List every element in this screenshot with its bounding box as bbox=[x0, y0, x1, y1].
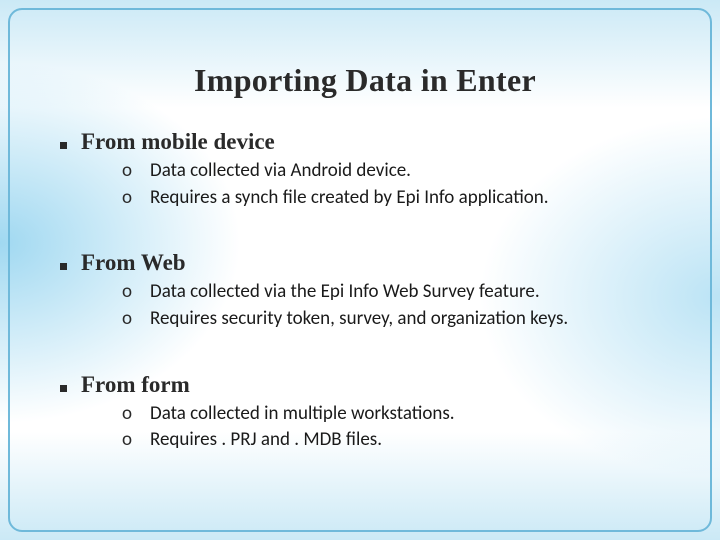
list-item: o Data collected via the Epi Info Web Su… bbox=[122, 280, 670, 305]
section-heading-row: From form bbox=[60, 372, 670, 398]
sub-item-text: Requires a synch file created by Epi Inf… bbox=[150, 186, 549, 211]
section-list: From mobile device o Data collected via … bbox=[60, 129, 670, 453]
circle-bullet-icon: o bbox=[122, 309, 134, 328]
section-form: From form o Data collected in multiple w… bbox=[60, 372, 670, 453]
sub-item-text: Data collected via Android device. bbox=[150, 159, 411, 184]
list-item: o Data collected via Android device. bbox=[122, 159, 670, 184]
square-bullet-icon bbox=[60, 142, 67, 149]
sub-list: o Data collected via the Epi Info Web Su… bbox=[60, 280, 670, 331]
list-item: o Requires . PRJ and . MDB files. bbox=[122, 428, 670, 453]
section-heading-row: From mobile device bbox=[60, 129, 670, 155]
sub-item-text: Requires . PRJ and . MDB files. bbox=[150, 428, 382, 453]
section-mobile: From mobile device o Data collected via … bbox=[60, 129, 670, 210]
section-heading: From form bbox=[81, 372, 190, 398]
section-heading-row: From Web bbox=[60, 250, 670, 276]
circle-bullet-icon: o bbox=[122, 188, 134, 207]
circle-bullet-icon: o bbox=[122, 404, 134, 423]
list-item: o Requires security token, survey, and o… bbox=[122, 307, 670, 332]
circle-bullet-icon: o bbox=[122, 161, 134, 180]
section-heading: From Web bbox=[81, 250, 186, 276]
sub-item-text: Requires security token, survey, and org… bbox=[150, 307, 568, 332]
square-bullet-icon bbox=[60, 263, 67, 270]
sub-list: o Data collected via Android device. o R… bbox=[60, 159, 670, 210]
sub-list: o Data collected in multiple workstation… bbox=[60, 402, 670, 453]
sub-item-text: Data collected via the Epi Info Web Surv… bbox=[150, 280, 540, 305]
section-heading: From mobile device bbox=[81, 129, 275, 155]
circle-bullet-icon: o bbox=[122, 430, 134, 449]
circle-bullet-icon: o bbox=[122, 282, 134, 301]
section-web: From Web o Data collected via the Epi In… bbox=[60, 250, 670, 331]
list-item: o Data collected in multiple workstation… bbox=[122, 402, 670, 427]
slide-content: Importing Data in Enter From mobile devi… bbox=[0, 0, 720, 540]
slide-title: Importing Data in Enter bbox=[60, 62, 670, 99]
sub-item-text: Data collected in multiple workstations. bbox=[150, 402, 455, 427]
square-bullet-icon bbox=[60, 385, 67, 392]
list-item: o Requires a synch file created by Epi I… bbox=[122, 186, 670, 211]
